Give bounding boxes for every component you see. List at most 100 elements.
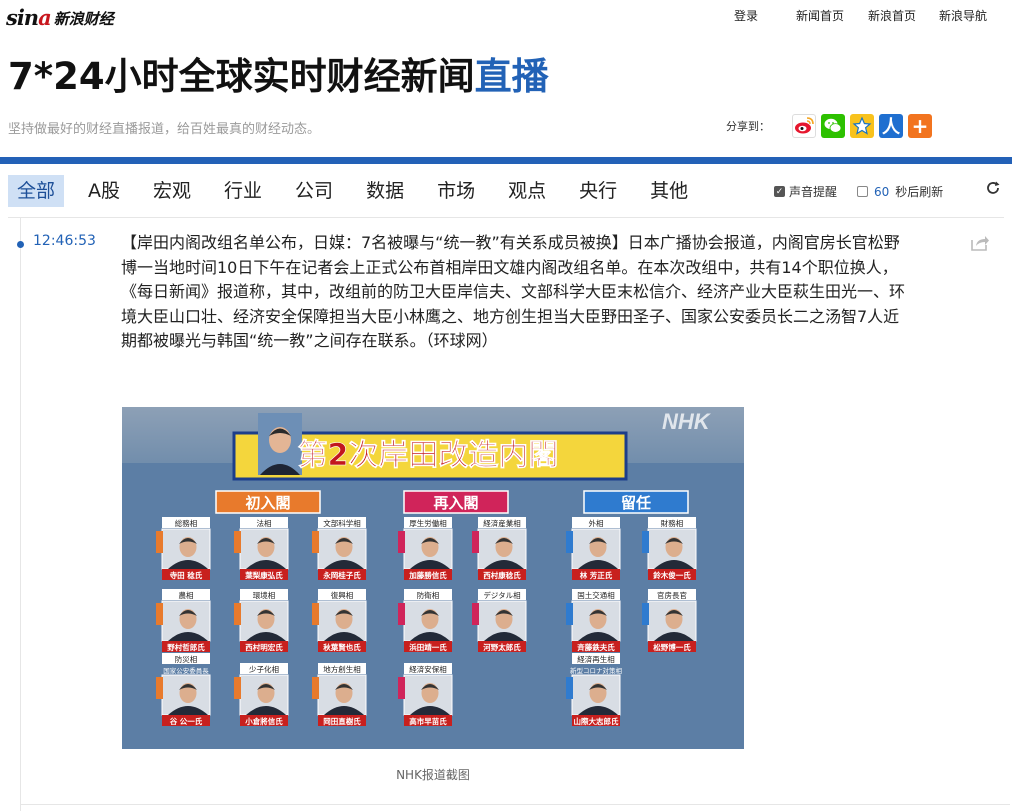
side-tag: [472, 531, 479, 553]
minister-name: 西村康稔氏: [483, 570, 521, 580]
side-tag: [398, 531, 405, 553]
news-image[interactable]: NHK 第2次岸田改造内閣 初入閣 総務相 寺田 稔氏 法相 葉梨康弘氏 文部科学相 永岡桂子氏…: [122, 407, 744, 749]
news-home-link[interactable]: 新闻首页: [796, 7, 844, 24]
sound-label: 声音提醒: [789, 185, 838, 199]
tab-5[interactable]: 数据: [357, 175, 413, 207]
side-tag: [566, 677, 573, 699]
sound-checkbox[interactable]: ✓: [774, 186, 785, 197]
refresh-icon[interactable]: [985, 180, 1001, 200]
minister-post2: 新型コロナ対策相: [570, 666, 623, 675]
minister-card: 農相野村哲郎氏: [156, 589, 211, 652]
side-tag: [312, 677, 319, 699]
minister-post2: 国家公安委員長: [163, 666, 209, 675]
tab-8[interactable]: 央行: [570, 175, 626, 207]
image-caption: NHK报道截图: [396, 768, 470, 782]
minister-post: 財務相: [661, 518, 684, 528]
minister-card: 官房長官松野博一氏: [642, 589, 697, 652]
sina-logo-mark: sina: [6, 5, 52, 30]
minister-name: 谷 公一氏: [170, 716, 203, 726]
refresh-controls: ✓ 声音提醒 60 秒后刷新: [774, 183, 943, 200]
banner-title: 第2次岸田改造内閣: [298, 438, 559, 473]
side-tag: [398, 603, 405, 625]
share-bar: 分享到： 人 +: [726, 114, 937, 138]
minister-card: 経済安保相高市早苗氏: [398, 663, 453, 726]
side-tag: [234, 603, 241, 625]
minister-post: 経済安保相: [409, 664, 447, 674]
minister-post: 環境相: [253, 590, 276, 600]
side-tag: [156, 531, 163, 553]
logo-text: 新浪财经: [53, 10, 114, 28]
side-tag: [398, 677, 405, 699]
minister-name: 高市早苗氏: [409, 716, 447, 726]
refresh-label: 秒后刷新: [895, 185, 944, 199]
minister-card: 環境相西村明宏氏: [234, 589, 289, 652]
pm-portrait: [258, 413, 302, 475]
side-tag: [312, 603, 319, 625]
top-bar: sina 新浪财经 登录 新闻首页 新浪首页 新浪导航: [0, 0, 1012, 33]
news-image-graphic: NHK第2次岸田改造内閣初入閣総務相寺田 稔氏法相葉梨康弘氏文部科学相永岡桂子氏…: [122, 407, 744, 749]
minister-card: 総務相寺田 稔氏: [156, 517, 211, 580]
tab-0[interactable]: 全部: [8, 175, 65, 207]
timeline-line: [20, 218, 21, 811]
side-tag: [642, 603, 649, 625]
minister-post: デジタル相: [483, 590, 520, 600]
minister-card: 外相林 芳正氏: [566, 517, 621, 580]
tabs-divider: [8, 217, 1004, 218]
auto-refresh-checkbox[interactable]: [857, 186, 869, 197]
category-tabs: 全部 A股 宏观 行业 公司 数据 市场 观点 央行 其他: [8, 174, 712, 208]
side-tag: [156, 603, 163, 625]
feed-divider: [20, 804, 1010, 805]
sina-nav-link[interactable]: 新浪导航: [939, 7, 987, 24]
minister-post: 国土交通相: [577, 590, 615, 600]
minister-post: 防衛相: [417, 590, 440, 600]
sina-home-link[interactable]: 新浪首页: [868, 7, 916, 24]
minister-post: 農相: [179, 590, 194, 600]
group-label: 再入閣: [433, 494, 478, 512]
minister-name: 林 芳正氏: [580, 570, 613, 580]
news-text: 【岸田内阁改组名单公布，日媒：7名被曝与“统一教”有关系成员被换】日本广播协会报…: [121, 233, 906, 350]
minister-card: デジタル相河野太郎氏: [472, 589, 527, 652]
qzone-icon[interactable]: [850, 114, 874, 138]
minister-post: 文部科学相: [323, 518, 361, 528]
minister-name: 西村明宏氏: [245, 642, 283, 652]
minister-post: 復興相: [331, 590, 354, 600]
renren-icon[interactable]: 人: [879, 114, 903, 138]
group-0: 初入閣総務相寺田 稔氏法相葉梨康弘氏文部科学相永岡桂子氏農相野村哲郎氏環境相西村…: [156, 490, 367, 726]
login-link[interactable]: 登录: [734, 7, 758, 24]
minister-name: 秋葉賢也氏: [322, 642, 361, 652]
minister-name: 寺田 稔氏: [170, 570, 203, 580]
share-item-icon[interactable]: [970, 234, 990, 252]
tab-6[interactable]: 市场: [428, 175, 484, 207]
timeline-dot: [17, 241, 24, 248]
news-time: 12:46:53: [33, 233, 96, 249]
minister-name: 斉藤鉄夫氏: [577, 642, 615, 652]
more-icon[interactable]: +: [908, 114, 932, 138]
tab-9[interactable]: 其他: [641, 175, 697, 207]
minister-name: 浜田靖一氏: [409, 642, 447, 652]
tab-4[interactable]: 公司: [286, 175, 342, 207]
site-logo[interactable]: sina 新浪财经: [6, 5, 114, 29]
page-title-main: 7*24小时全球实时财经新闻: [8, 55, 475, 98]
weibo-icon[interactable]: [792, 114, 816, 138]
refresh-interval: 60: [874, 184, 890, 199]
minister-post: 外相: [589, 518, 604, 528]
minister-name: 河野太郎氏: [483, 642, 521, 652]
minister-card: 文部科学相永岡桂子氏: [312, 517, 367, 580]
tab-7[interactable]: 观点: [499, 175, 555, 207]
minister-card: 財務相鈴木俊一氏: [642, 517, 697, 580]
minister-post: 経済産業相: [483, 518, 521, 528]
side-tag: [234, 531, 241, 553]
minister-card: 厚生労働相加藤勝信氏: [398, 517, 453, 580]
minister-card: 防災相国家公安委員長谷 公一氏: [156, 653, 211, 726]
nhk-watermark: NHK: [662, 409, 712, 434]
tab-2[interactable]: 宏观: [144, 175, 200, 207]
tab-1[interactable]: A股: [79, 175, 129, 207]
minister-card: 少子化相小倉將信氏: [234, 663, 289, 726]
wechat-icon[interactable]: [821, 114, 845, 138]
side-tag: [566, 531, 573, 553]
minister-card: 法相葉梨康弘氏: [234, 517, 289, 580]
side-tag: [566, 603, 573, 625]
top-links: 登录 新闻首页 新浪首页 新浪导航: [734, 7, 1012, 24]
tab-3[interactable]: 行业: [215, 175, 271, 207]
side-tag: [472, 603, 479, 625]
